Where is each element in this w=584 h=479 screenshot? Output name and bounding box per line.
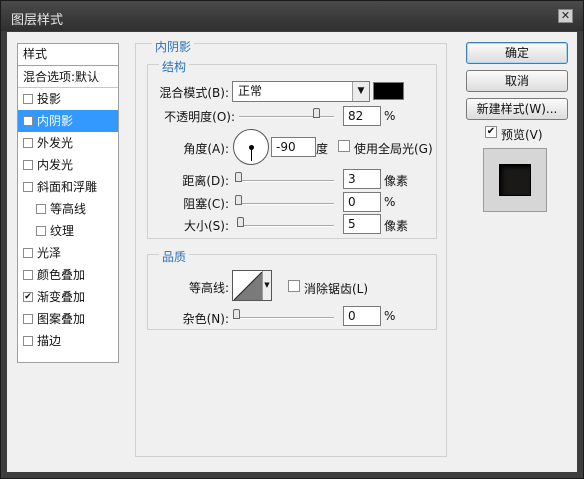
style-item-checkbox[interactable] <box>23 248 33 258</box>
style-item[interactable]: 投影 <box>18 88 118 110</box>
style-item-label: 斜面和浮雕 <box>37 180 98 194</box>
style-item[interactable]: 斜面和浮雕 <box>18 176 118 198</box>
noise-input[interactable]: 0 <box>343 306 381 326</box>
choke-label: 阻塞(C): <box>183 197 229 211</box>
global-light-label[interactable]: 使用全局光(G) <box>354 140 433 157</box>
new-style-button[interactable]: 新建样式(W)... <box>466 98 568 120</box>
quality-legend: 品质 <box>159 248 190 265</box>
style-item-checkbox[interactable] <box>23 270 33 280</box>
opacity-slider-thumb[interactable] <box>313 108 320 118</box>
angle-dial-center <box>249 145 254 150</box>
dialog-title: 图层样式 <box>11 13 64 28</box>
angle-unit: 度 <box>316 142 329 156</box>
style-item-label: 描边 <box>37 334 62 348</box>
opacity-unit: % <box>384 109 396 123</box>
style-item[interactable]: 描边 <box>18 330 118 352</box>
opacity-label: 不透明度(O): <box>164 110 235 124</box>
layer-style-dialog: 图层样式 ✕ 样式 混合选项:默认 投影 ✔ 内阴影外发光内发光斜面和浮雕等高线纹理… <box>0 0 584 479</box>
style-items: 投影 ✔ 内阴影外发光内发光斜面和浮雕等高线纹理光泽颜色叠加 ✔ 渐变叠加图案叠加描边 <box>18 88 118 352</box>
chevron-down-icon: ▼ <box>352 82 369 101</box>
dialog-body: 样式 混合选项:默认 投影 ✔ 内阴影外发光内发光斜面和浮雕等高线纹理光泽颜色叠加 ✔… <box>7 32 577 472</box>
style-item[interactable]: ✔ 内阴影 <box>18 110 118 132</box>
anti-alias-label[interactable]: 消除锯齿(L) <box>304 280 368 297</box>
style-item-checkbox[interactable] <box>23 182 33 192</box>
style-preview-swatch <box>499 164 531 196</box>
choke-unit: % <box>384 195 396 209</box>
global-light-checkbox[interactable] <box>338 140 350 152</box>
style-item-label: 渐变叠加 <box>37 290 86 304</box>
angle-input[interactable]: -90 <box>271 137 316 157</box>
style-item-label: 内发光 <box>37 158 74 172</box>
style-item-checkbox[interactable] <box>23 138 33 148</box>
style-item[interactable]: ✔ 渐变叠加 <box>18 286 118 308</box>
distance-label: 距离(D): <box>182 174 229 188</box>
structure-legend: 结构 <box>159 58 190 75</box>
size-unit: 像素 <box>384 219 409 233</box>
style-item[interactable]: 颜色叠加 <box>18 264 118 286</box>
style-item-checkbox[interactable]: ✔ <box>23 292 33 302</box>
style-item-checkbox[interactable] <box>36 204 46 214</box>
style-item-label: 外发光 <box>37 136 74 150</box>
style-item-checkbox[interactable] <box>23 160 33 170</box>
style-item-label: 等高线 <box>50 202 87 216</box>
style-item-label: 投影 <box>37 92 62 106</box>
style-item[interactable]: 外发光 <box>18 132 118 154</box>
style-item-checkbox[interactable] <box>23 314 33 324</box>
choke-input[interactable]: 0 <box>343 192 381 212</box>
style-preview <box>483 148 547 212</box>
blend-mode-select[interactable]: 正常 ▼ <box>232 81 370 102</box>
size-label: 大小(S): <box>183 219 229 233</box>
style-item-checkbox[interactable] <box>23 94 33 104</box>
style-item[interactable]: 等高线 <box>18 198 118 220</box>
noise-slider[interactable] <box>237 317 334 319</box>
style-item-label: 光泽 <box>37 246 62 260</box>
ok-button[interactable]: 确定 <box>466 42 568 64</box>
distance-unit: 像素 <box>384 174 409 188</box>
noise-slider-thumb[interactable] <box>233 309 240 319</box>
size-slider-thumb[interactable] <box>237 217 244 227</box>
contour-picker[interactable]: ▼ <box>232 270 272 301</box>
size-input[interactable]: 5 <box>343 214 381 234</box>
distance-slider[interactable] <box>237 180 334 182</box>
style-list-header[interactable]: 样式 <box>18 44 118 66</box>
style-item-checkbox[interactable] <box>36 226 46 236</box>
preview-label[interactable]: 预览(V) <box>501 126 543 143</box>
style-item[interactable]: 光泽 <box>18 242 118 264</box>
style-list: 样式 混合选项:默认 投影 ✔ 内阴影外发光内发光斜面和浮雕等高线纹理光泽颜色叠加 ✔… <box>17 43 119 363</box>
opacity-input[interactable]: 82 <box>343 106 381 126</box>
shadow-color-swatch[interactable] <box>373 82 404 100</box>
contour-curve-icon <box>234 272 263 301</box>
contour-dropdown-icon[interactable]: ▼ <box>262 271 271 300</box>
blend-options-item[interactable]: 混合选项:默认 <box>18 66 118 88</box>
blend-mode-value: 正常 <box>238 84 263 98</box>
style-item[interactable]: 图案叠加 <box>18 308 118 330</box>
choke-slider-thumb[interactable] <box>235 195 242 205</box>
style-item-checkbox[interactable] <box>23 336 33 346</box>
style-item-label: 颜色叠加 <box>37 268 86 282</box>
anti-alias-checkbox[interactable] <box>288 280 300 292</box>
style-item-label: 内阴影 <box>37 114 74 128</box>
noise-unit: % <box>384 309 396 323</box>
style-item[interactable]: 纹理 <box>18 220 118 242</box>
distance-input[interactable]: 3 <box>343 169 381 189</box>
preview-checkbox[interactable]: ✔ <box>485 126 497 138</box>
choke-slider[interactable] <box>237 203 334 205</box>
style-item[interactable]: 内发光 <box>18 154 118 176</box>
blend-mode-label: 混合模式(B): <box>159 86 229 100</box>
close-button[interactable]: ✕ <box>558 9 573 23</box>
cancel-button[interactable]: 取消 <box>466 70 568 92</box>
contour-label: 等高线: <box>188 281 229 295</box>
distance-slider-thumb[interactable] <box>235 172 242 182</box>
noise-label: 杂色(N): <box>182 312 229 326</box>
style-item-label: 纹理 <box>50 224 75 238</box>
title-bar[interactable]: 图层样式 ✕ <box>1 1 583 31</box>
size-slider[interactable] <box>237 225 334 227</box>
angle-dial[interactable] <box>233 129 269 165</box>
style-item-label: 图案叠加 <box>37 312 86 326</box>
inner-shadow-legend: 内阴影 <box>152 38 195 55</box>
angle-label: 角度(A): <box>183 142 229 156</box>
style-item-checkbox[interactable]: ✔ <box>23 116 33 126</box>
